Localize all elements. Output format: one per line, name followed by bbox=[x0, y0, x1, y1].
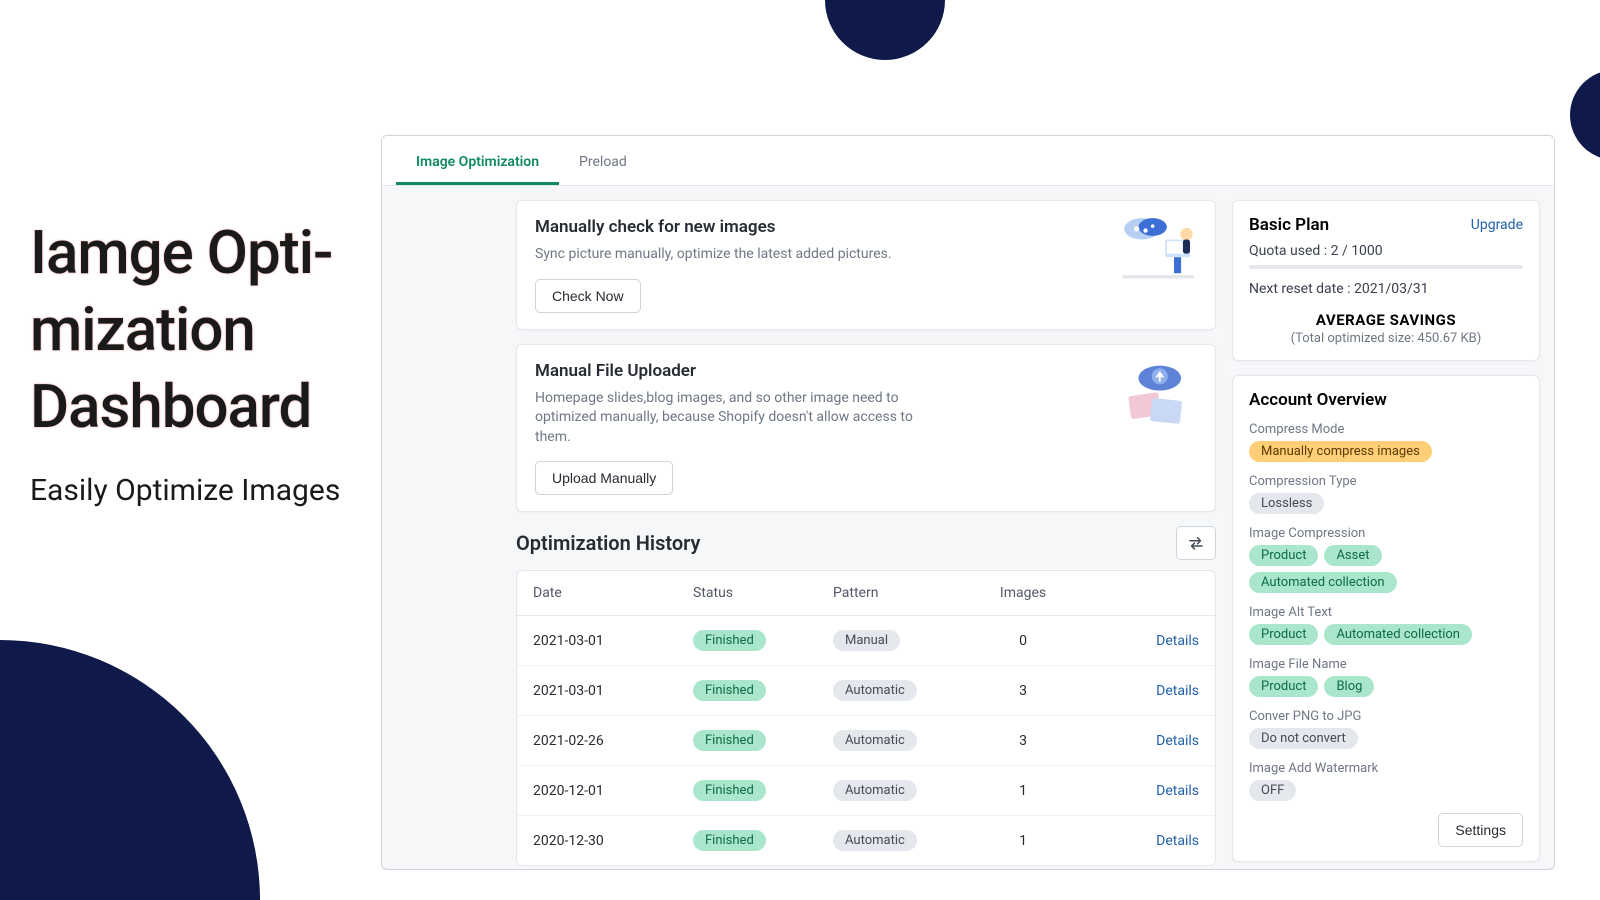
ov-label: Compress Mode bbox=[1249, 422, 1523, 437]
table-row: 2021-03-01 Finished Automatic 3 Details bbox=[517, 666, 1215, 716]
overview-title: Account Overview bbox=[1249, 390, 1523, 410]
ov-compress-mode: Compress Mode Manually compress images bbox=[1249, 422, 1523, 462]
table-row: 2020-12-30 Finished Automatic 1 Details bbox=[517, 816, 1215, 865]
pager bbox=[516, 866, 1216, 870]
cell-images: 3 bbox=[973, 683, 1073, 699]
cell-images: 1 bbox=[973, 783, 1073, 799]
ov-pill: Product bbox=[1249, 624, 1318, 645]
ov-pill: Product bbox=[1249, 545, 1318, 566]
table-row: 2020-12-01 Finished Automatic 1 Details bbox=[517, 766, 1215, 816]
ov-label: Image File Name bbox=[1249, 657, 1523, 672]
manual-check-card: Manually check for new images Sync pictu… bbox=[516, 200, 1216, 330]
quota-bar bbox=[1249, 265, 1523, 269]
ov-label: Image Compression bbox=[1249, 526, 1523, 541]
ov-image-compression: Image Compression Product Asset Automate… bbox=[1249, 526, 1523, 593]
ov-label: Conver PNG to JPG bbox=[1249, 709, 1523, 724]
decorative-circle-bottom-left bbox=[0, 640, 260, 900]
details-link[interactable]: Details bbox=[1156, 783, 1199, 799]
cell-date: 2021-03-01 bbox=[533, 683, 693, 699]
ov-label: Image Alt Text bbox=[1249, 605, 1523, 620]
cell-images: 1 bbox=[973, 833, 1073, 849]
hero-title: Iamge Opti-mization Dashboard bbox=[30, 215, 370, 445]
check-now-button[interactable]: Check Now bbox=[535, 279, 641, 313]
sync-illustration-icon bbox=[1113, 211, 1203, 291]
plan-name: Basic Plan bbox=[1249, 215, 1329, 235]
ov-label: Compression Type bbox=[1249, 474, 1523, 489]
hero-subtitle: Easily Optimize Images bbox=[30, 471, 370, 512]
ov-convert-png-jpg: Conver PNG to JPG Do not convert bbox=[1249, 709, 1523, 749]
cell-date: 2020-12-30 bbox=[533, 833, 693, 849]
cell-date: 2021-02-26 bbox=[533, 733, 693, 749]
cell-images: 0 bbox=[973, 633, 1073, 649]
settings-button[interactable]: Settings bbox=[1438, 813, 1523, 847]
status-badge: Finished bbox=[693, 630, 766, 651]
ov-pill: OFF bbox=[1249, 780, 1296, 801]
main-column: Manually check for new images Sync pictu… bbox=[516, 200, 1216, 870]
avg-savings-sub: (Total optimized size: 450.67 KB) bbox=[1249, 331, 1523, 346]
tabs: Image Optimization Preload bbox=[382, 136, 1554, 186]
details-link[interactable]: Details bbox=[1156, 833, 1199, 849]
ov-compression-type: Compression Type Lossless bbox=[1249, 474, 1523, 514]
refresh-icon bbox=[1187, 535, 1205, 551]
ov-pill: Product bbox=[1249, 676, 1318, 697]
hero-block: Iamge Opti-mization Dashboard Easily Opt… bbox=[30, 215, 370, 512]
ov-watermark: Image Add Watermark OFF bbox=[1249, 761, 1523, 801]
ov-pill: Automated collection bbox=[1249, 572, 1397, 593]
cell-date: 2020-12-01 bbox=[533, 783, 693, 799]
manual-uploader-card: Manual File Uploader Homepage slides,blo… bbox=[516, 344, 1216, 513]
upgrade-link[interactable]: Upgrade bbox=[1471, 217, 1523, 233]
cell-date: 2021-03-01 bbox=[533, 633, 693, 649]
ov-pill: Do not convert bbox=[1249, 728, 1358, 749]
side-column: Basic Plan Upgrade Quota used : 2 / 1000… bbox=[1232, 200, 1540, 870]
ov-pill: Blog bbox=[1324, 676, 1374, 697]
pattern-badge: Automatic bbox=[833, 680, 917, 701]
history-section-head: Optimization History bbox=[516, 526, 1216, 560]
status-badge: Finished bbox=[693, 680, 766, 701]
manual-uploader-desc: Homepage slides,blog images, and so othe… bbox=[535, 389, 935, 448]
tab-preload[interactable]: Preload bbox=[559, 144, 647, 185]
col-pattern: Pattern bbox=[833, 585, 973, 601]
pattern-badge: Automatic bbox=[833, 830, 917, 851]
decorative-circle-top bbox=[825, 0, 945, 60]
col-images: Images bbox=[973, 585, 1073, 601]
refresh-button[interactable] bbox=[1176, 526, 1216, 560]
history-title: Optimization History bbox=[516, 531, 701, 555]
manual-check-desc: Sync picture manually, optimize the late… bbox=[535, 245, 935, 265]
pattern-badge: Automatic bbox=[833, 780, 917, 801]
app-frame: Image Optimization Preload Manually chec… bbox=[381, 135, 1555, 870]
ov-label: Image Add Watermark bbox=[1249, 761, 1523, 776]
table-header: Date Status Pattern Images bbox=[517, 571, 1215, 616]
status-badge: Finished bbox=[693, 730, 766, 751]
details-link[interactable]: Details bbox=[1156, 733, 1199, 749]
pattern-badge: Automatic bbox=[833, 730, 917, 751]
ov-image-file-name: Image File Name Product Blog bbox=[1249, 657, 1523, 697]
manual-uploader-title: Manual File Uploader bbox=[535, 361, 1197, 381]
decorative-circle-right bbox=[1570, 70, 1600, 160]
status-badge: Finished bbox=[693, 780, 766, 801]
reset-date: Next reset date : 2021/03/31 bbox=[1249, 281, 1523, 297]
plan-card: Basic Plan Upgrade Quota used : 2 / 1000… bbox=[1232, 200, 1540, 361]
manual-check-title: Manually check for new images bbox=[535, 217, 1197, 237]
col-status: Status bbox=[693, 585, 833, 601]
history-table: Date Status Pattern Images 2021-03-01 Fi… bbox=[516, 570, 1216, 866]
ov-pill: Asset bbox=[1324, 545, 1381, 566]
details-link[interactable]: Details bbox=[1156, 633, 1199, 649]
upload-illustration-icon bbox=[1113, 355, 1203, 435]
quota-label: Quota used : 2 / 1000 bbox=[1249, 243, 1523, 259]
ov-image-alt-text: Image Alt Text Product Automated collect… bbox=[1249, 605, 1523, 645]
upload-manually-button[interactable]: Upload Manually bbox=[535, 461, 673, 495]
table-row: 2021-02-26 Finished Automatic 3 Details bbox=[517, 716, 1215, 766]
details-link[interactable]: Details bbox=[1156, 683, 1199, 699]
avg-savings-title: AVERAGE SAVINGS bbox=[1249, 311, 1523, 329]
status-badge: Finished bbox=[693, 830, 766, 851]
ov-pill: Lossless bbox=[1249, 493, 1324, 514]
tab-image-optimization[interactable]: Image Optimization bbox=[396, 144, 559, 185]
pattern-badge: Manual bbox=[833, 630, 900, 651]
cell-images: 3 bbox=[973, 733, 1073, 749]
account-overview-card: Account Overview Compress Mode Manually … bbox=[1232, 375, 1540, 862]
ov-pill: Manually compress images bbox=[1249, 441, 1432, 462]
table-row: 2021-03-01 Finished Manual 0 Details bbox=[517, 616, 1215, 666]
ov-pill: Automated collection bbox=[1324, 624, 1472, 645]
col-date: Date bbox=[533, 585, 693, 601]
